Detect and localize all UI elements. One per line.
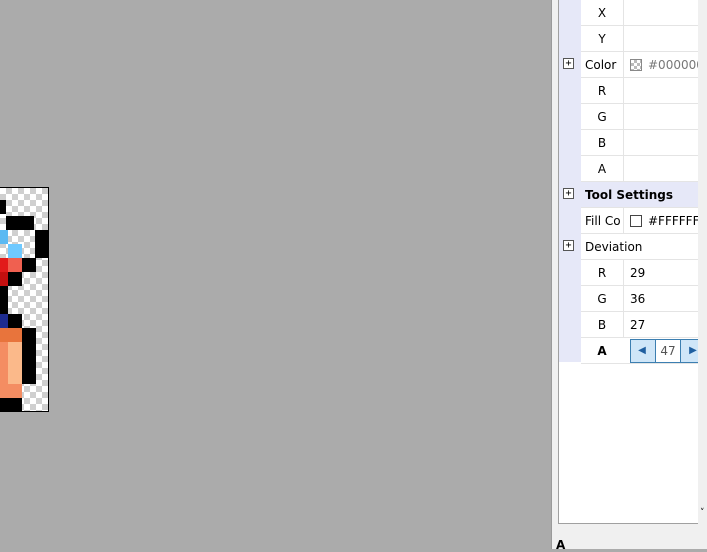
property-label-dev-g: G xyxy=(597,292,607,306)
pixel-block xyxy=(0,398,22,411)
pixel-block xyxy=(0,230,8,244)
property-value-r[interactable] xyxy=(623,78,699,104)
pixel-block xyxy=(0,200,6,214)
property-row-color[interactable]: + Color #000000 xyxy=(559,52,699,78)
property-value-fill-color[interactable]: #FFFFFF xyxy=(623,208,699,234)
property-row-fill-color[interactable]: Fill Co #FFFFFF xyxy=(559,208,699,234)
pixel-block xyxy=(0,286,8,314)
property-value-dev-b[interactable]: 27 xyxy=(623,312,699,338)
property-value-a[interactable] xyxy=(623,156,699,182)
expand-icon[interactable]: + xyxy=(563,188,574,199)
property-label-y: Y xyxy=(598,32,606,46)
canvas-workspace[interactable] xyxy=(0,0,551,549)
pixel-block xyxy=(0,384,22,398)
property-row-dev-b[interactable]: B 27 xyxy=(559,312,699,338)
pixel-block xyxy=(0,272,8,286)
property-label-r: R xyxy=(597,84,607,98)
pixel-block xyxy=(0,314,8,328)
pixel-block xyxy=(22,258,36,272)
fill-color-hex-value: #FFFFFF xyxy=(648,214,699,228)
property-value-g[interactable] xyxy=(623,104,699,130)
property-label-a: A xyxy=(597,162,607,176)
property-value-b[interactable] xyxy=(623,130,699,156)
category-label-tool-settings: Tool Settings xyxy=(585,188,674,202)
left-triangle-icon[interactable]: ◀ xyxy=(631,340,653,362)
property-value-color[interactable]: #000000 xyxy=(623,52,699,78)
property-row-deviation[interactable]: + Deviation xyxy=(559,234,699,260)
expand-icon[interactable]: + xyxy=(563,58,574,69)
category-tool-settings[interactable]: + Tool Settings xyxy=(559,182,699,208)
pixel-block xyxy=(0,328,22,342)
property-value-x[interactable] xyxy=(623,0,699,26)
pixel-block xyxy=(8,244,22,258)
property-value-y[interactable] xyxy=(623,26,699,52)
property-grid[interactable]: X Y + Color #000000 R G B A + Tool Setti… xyxy=(558,0,707,524)
vertical-scrollbar[interactable] xyxy=(698,0,707,524)
properties-panel: X Y + Color #000000 R G B A + Tool Setti… xyxy=(551,0,707,552)
property-row-dev-g[interactable]: G 36 xyxy=(559,286,699,312)
property-label-x: X xyxy=(597,6,607,20)
property-label-fill-color: Fill Co xyxy=(585,214,621,228)
pixel-block xyxy=(8,314,22,328)
pixel-block xyxy=(6,216,34,230)
property-label-g: G xyxy=(597,110,607,124)
sprite-canvas[interactable] xyxy=(0,187,49,412)
description-title: A xyxy=(556,538,566,552)
property-row-dev-a[interactable]: A ◀ 47 ▶ xyxy=(559,338,705,364)
property-value-dev-r[interactable]: 29 xyxy=(623,260,699,286)
pixel-block xyxy=(0,342,8,384)
property-label-dev-b: B xyxy=(597,318,607,332)
property-row-x[interactable]: X xyxy=(559,0,699,26)
property-label-dev-a: A xyxy=(597,344,607,358)
pixel-block xyxy=(8,342,22,384)
chevron-down-icon[interactable]: ˅ xyxy=(700,508,705,518)
property-row-g[interactable]: G xyxy=(559,104,699,130)
property-row-b[interactable]: B xyxy=(559,130,699,156)
pixel-block xyxy=(35,230,48,258)
color-hex-value: #000000 xyxy=(648,58,699,72)
row-divider xyxy=(581,363,699,364)
pixel-block xyxy=(8,258,22,272)
property-label-dev-r: R xyxy=(597,266,607,280)
property-row-y[interactable]: Y xyxy=(559,26,699,52)
property-row-r[interactable]: R xyxy=(559,78,699,104)
property-row-dev-r[interactable]: R 29 xyxy=(559,260,699,286)
pixel-block xyxy=(8,272,22,286)
pixel-block xyxy=(22,328,36,384)
fill-color-swatch xyxy=(630,215,642,227)
dev-a-spinner[interactable]: ◀ 47 ▶ xyxy=(630,339,705,363)
property-label-color: Color xyxy=(585,58,617,72)
property-label-deviation: Deviation xyxy=(585,240,643,254)
color-swatch xyxy=(630,59,642,71)
property-row-a[interactable]: A xyxy=(559,156,699,182)
property-label-b: B xyxy=(597,136,607,150)
property-value-dev-g[interactable]: 36 xyxy=(623,286,699,312)
dev-a-spinner-value[interactable]: 47 xyxy=(655,340,681,362)
expand-icon[interactable]: + xyxy=(563,240,574,251)
pixel-block xyxy=(0,258,8,272)
